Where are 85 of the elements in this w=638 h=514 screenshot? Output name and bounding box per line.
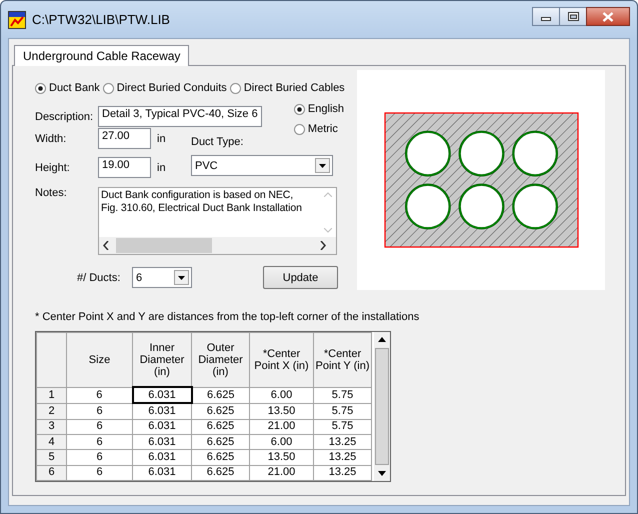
table-cell[interactable]: 6 <box>66 403 132 420</box>
table-cell[interactable]: 13.25 <box>314 434 372 450</box>
minimize-button[interactable] <box>532 7 560 26</box>
table-cell[interactable]: 6.625 <box>192 450 250 466</box>
radio-label[interactable]: Metric <box>308 123 338 135</box>
scrollbar-thumb[interactable] <box>375 348 389 465</box>
footnote: * Center Point X and Y are distances from the top-left corner of the installations <box>35 311 420 323</box>
radio-label[interactable]: Direct Buried Cables <box>244 82 345 94</box>
table-cell[interactable]: 6.031 <box>132 465 192 480</box>
scrollbar-thumb[interactable] <box>116 238 212 253</box>
radio-indicator[interactable] <box>294 104 305 114</box>
radio-indicator[interactable] <box>230 82 241 94</box>
row-number: 3 <box>36 419 66 435</box>
close-button[interactable] <box>586 7 630 26</box>
duct-circle <box>458 130 504 176</box>
duct-type-dropdown[interactable]: PVC <box>191 155 333 176</box>
notes-field[interactable]: Duct Bank configuration is based on NEC, Fig. 310.60, Electrical Duct Bank Installation <box>98 187 337 255</box>
height-field[interactable]: 19.00 <box>98 157 151 178</box>
update-button[interactable]: Update <box>263 266 338 289</box>
table-cell[interactable]: 6 <box>66 387 132 404</box>
field-label: Width: <box>35 132 68 144</box>
table-cell[interactable]: 6 <box>66 465 132 480</box>
table-cell[interactable]: 6.00 <box>250 387 314 404</box>
radio-indicator[interactable] <box>35 82 46 94</box>
row-number: 5 <box>36 450 66 466</box>
column-header: Outer Diameter (in) <box>192 332 250 388</box>
field-label: Height: <box>35 162 71 174</box>
table-cell[interactable]: 13.50 <box>250 450 314 466</box>
row-number: 6 <box>36 465 66 480</box>
field-label: Description: <box>35 111 94 123</box>
table-cell[interactable]: 13.25 <box>314 450 372 466</box>
tab[interactable]: Underground Cable Raceway <box>14 45 190 66</box>
table-cell[interactable]: 6.031 <box>132 419 192 435</box>
table-cell[interactable]: 6 <box>66 419 132 435</box>
table-cell[interactable]: 5.75 <box>314 403 372 420</box>
caret-icon <box>178 276 185 280</box>
duct-circle <box>404 130 450 176</box>
column-header: *Center Point Y (in) <box>314 332 372 388</box>
app-icon <box>8 10 26 28</box>
table-cell[interactable]: 6.031 <box>132 403 192 420</box>
radio-label[interactable]: Direct Buried Conduits <box>116 82 227 94</box>
maximize-button[interactable] <box>559 7 587 26</box>
table-cell[interactable]: 6.00 <box>250 434 314 450</box>
close-icon <box>602 12 614 22</box>
table-cell[interactable]: 6.031 <box>132 387 192 404</box>
table-cell[interactable]: 6.625 <box>192 387 250 404</box>
table-cell[interactable]: 21.00 <box>250 419 314 435</box>
table-cell[interactable]: 6.625 <box>192 465 250 480</box>
radio-label[interactable]: Duct Bank <box>49 82 100 94</box>
table-cell[interactable]: 6.031 <box>132 434 192 450</box>
table-cell[interactable]: 6 <box>66 434 132 450</box>
maximize-icon <box>568 12 578 21</box>
table-cell[interactable]: 13.25 <box>314 465 372 480</box>
row-number: 2 <box>36 403 66 420</box>
window-title: C:\PTW32\LIB\PTW.LIB <box>32 12 171 27</box>
field-label: Duct Type: <box>191 136 244 148</box>
caret-icon <box>319 164 326 168</box>
table-cell[interactable]: 5.75 <box>314 387 372 404</box>
radio-indicator[interactable] <box>294 124 305 134</box>
table-cell[interactable]: 6.625 <box>192 419 250 435</box>
column-header: Size <box>66 332 132 388</box>
table-cell[interactable]: 6 <box>66 450 132 466</box>
table-cell[interactable]: 21.00 <box>250 465 314 480</box>
duct-circle <box>404 184 450 230</box>
table-cell[interactable]: 6.031 <box>132 450 192 466</box>
duct-count-dropdown[interactable]: 6 <box>132 267 192 288</box>
description-field[interactable]: Detail 3, Typical PVC-40, Size 6 <box>98 106 262 127</box>
duct-circle <box>512 130 558 176</box>
radio-label[interactable]: English <box>308 103 344 115</box>
row-number: 1 <box>36 387 66 404</box>
field-label: Notes: <box>35 187 68 199</box>
column-header: *Center Point X (in) <box>250 332 314 388</box>
table-cell[interactable]: 13.50 <box>250 403 314 420</box>
table-cell[interactable]: 6.625 <box>192 403 250 420</box>
column-header: Inner Diameter (in) <box>132 332 192 388</box>
table-cell[interactable]: 6.625 <box>192 434 250 450</box>
duct-circle <box>512 184 558 230</box>
field-label: #/ Ducts: <box>77 272 122 284</box>
width-field[interactable]: 27.00 <box>98 128 151 149</box>
table-cell[interactable]: 5.75 <box>314 419 372 435</box>
unit-label: in <box>157 132 167 144</box>
duct-circle <box>458 184 504 230</box>
unit-label: in <box>157 162 167 174</box>
row-number: 4 <box>36 434 66 450</box>
radio-indicator[interactable] <box>102 82 114 94</box>
